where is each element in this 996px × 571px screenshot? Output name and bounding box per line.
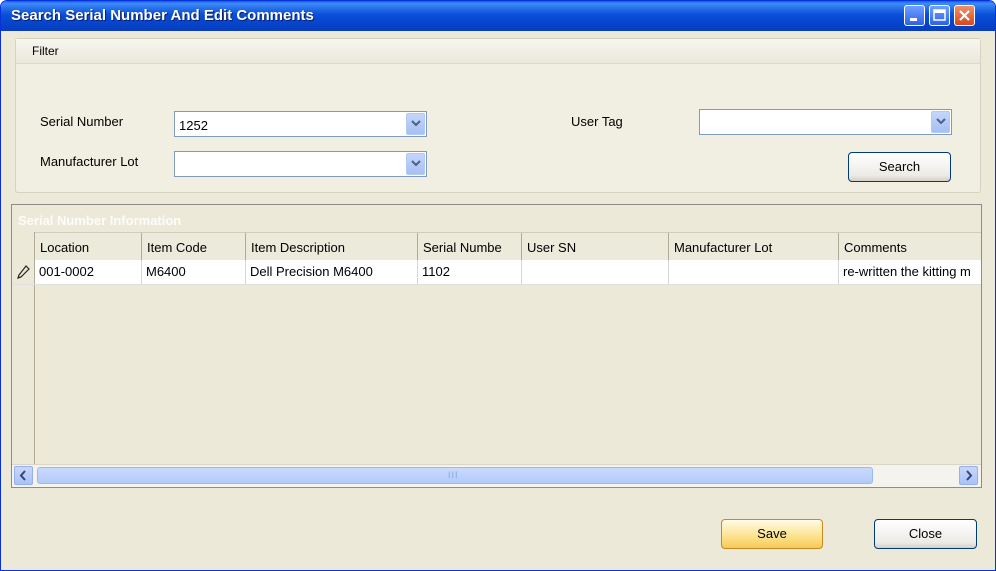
column-header-serial-number[interactable]: Serial Numbe bbox=[418, 233, 522, 260]
cell-serial-number[interactable]: 1102 bbox=[418, 260, 522, 284]
chevron-left-icon bbox=[19, 470, 26, 481]
minimize-button[interactable] bbox=[904, 5, 925, 26]
chevron-right-icon bbox=[966, 470, 973, 481]
column-header-comments[interactable]: Comments bbox=[839, 233, 981, 260]
cell-user-sn[interactable] bbox=[522, 260, 669, 284]
filter-group: Filter Serial Number 1252 Manufacturer L… bbox=[15, 38, 981, 193]
cell-comments[interactable]: re-written the kitting m bbox=[839, 260, 981, 284]
column-header-item-description[interactable]: Item Description bbox=[246, 233, 418, 260]
grid-caption-text: Serial Number Information bbox=[18, 213, 182, 228]
grid-caption: Serial Number Information bbox=[12, 205, 981, 232]
cell-item-description[interactable]: Dell Precision M6400 bbox=[246, 260, 418, 284]
column-header-location[interactable]: Location bbox=[35, 233, 142, 260]
user-tag-dropdown-button[interactable] bbox=[931, 111, 950, 133]
filter-title: Filter bbox=[32, 44, 59, 58]
grid-header: Location Item Code Item Description Seri… bbox=[12, 232, 981, 261]
chevron-down-icon bbox=[411, 120, 421, 127]
serial-number-label: Serial Number bbox=[40, 114, 124, 129]
cell-item-code[interactable]: M6400 bbox=[142, 260, 246, 284]
scroll-grip: III bbox=[448, 470, 459, 480]
search-button[interactable]: Search bbox=[848, 152, 951, 182]
close-icon bbox=[959, 10, 970, 21]
save-button[interactable]: Save bbox=[721, 519, 823, 549]
chevron-down-icon bbox=[936, 118, 946, 125]
scroll-left-button[interactable] bbox=[14, 466, 33, 485]
chevron-down-icon bbox=[411, 160, 421, 167]
filter-header: Filter bbox=[16, 39, 980, 64]
scroll-thumb[interactable]: III bbox=[37, 467, 873, 484]
user-tag-label: User Tag bbox=[571, 114, 623, 129]
serial-number-dropdown-button[interactable] bbox=[406, 113, 425, 135]
column-header-user-sn[interactable]: User SN bbox=[522, 233, 669, 260]
serial-number-value: 1252 bbox=[179, 118, 208, 133]
scroll-right-button[interactable] bbox=[959, 466, 978, 485]
maximize-icon bbox=[933, 9, 946, 21]
cell-location[interactable]: 001-0002 bbox=[35, 260, 142, 284]
pencil-icon bbox=[17, 265, 30, 279]
manufacturer-lot-dropdown-button[interactable] bbox=[406, 153, 425, 175]
user-tag-combo[interactable] bbox=[699, 109, 952, 135]
cell-manufacturer-lot[interactable] bbox=[669, 260, 839, 284]
manufacturer-lot-label: Manufacturer Lot bbox=[40, 154, 139, 169]
serial-number-grid: Serial Number Information Location Item … bbox=[11, 204, 982, 488]
minimize-icon bbox=[910, 18, 917, 21]
title-bar[interactable]: Search Serial Number And Edit Comments bbox=[1, 1, 995, 31]
manufacturer-lot-combo[interactable] bbox=[174, 151, 427, 177]
row-edit-indicator[interactable] bbox=[12, 260, 35, 284]
main-window: Search Serial Number And Edit Comments F… bbox=[0, 0, 996, 571]
serial-number-combo[interactable]: 1252 bbox=[174, 111, 427, 137]
close-window-button[interactable] bbox=[954, 5, 975, 26]
table-row[interactable]: 001-0002 M6400 Dell Precision M6400 1102… bbox=[12, 260, 981, 285]
maximize-button[interactable] bbox=[929, 5, 950, 26]
window-title: Search Serial Number And Edit Comments bbox=[11, 7, 314, 24]
close-button[interactable]: Close bbox=[874, 519, 977, 549]
column-header-manufacturer-lot[interactable]: Manufacturer Lot bbox=[669, 233, 839, 260]
column-header-item-code[interactable]: Item Code bbox=[142, 233, 246, 260]
horizontal-scrollbar[interactable]: III bbox=[12, 464, 981, 487]
